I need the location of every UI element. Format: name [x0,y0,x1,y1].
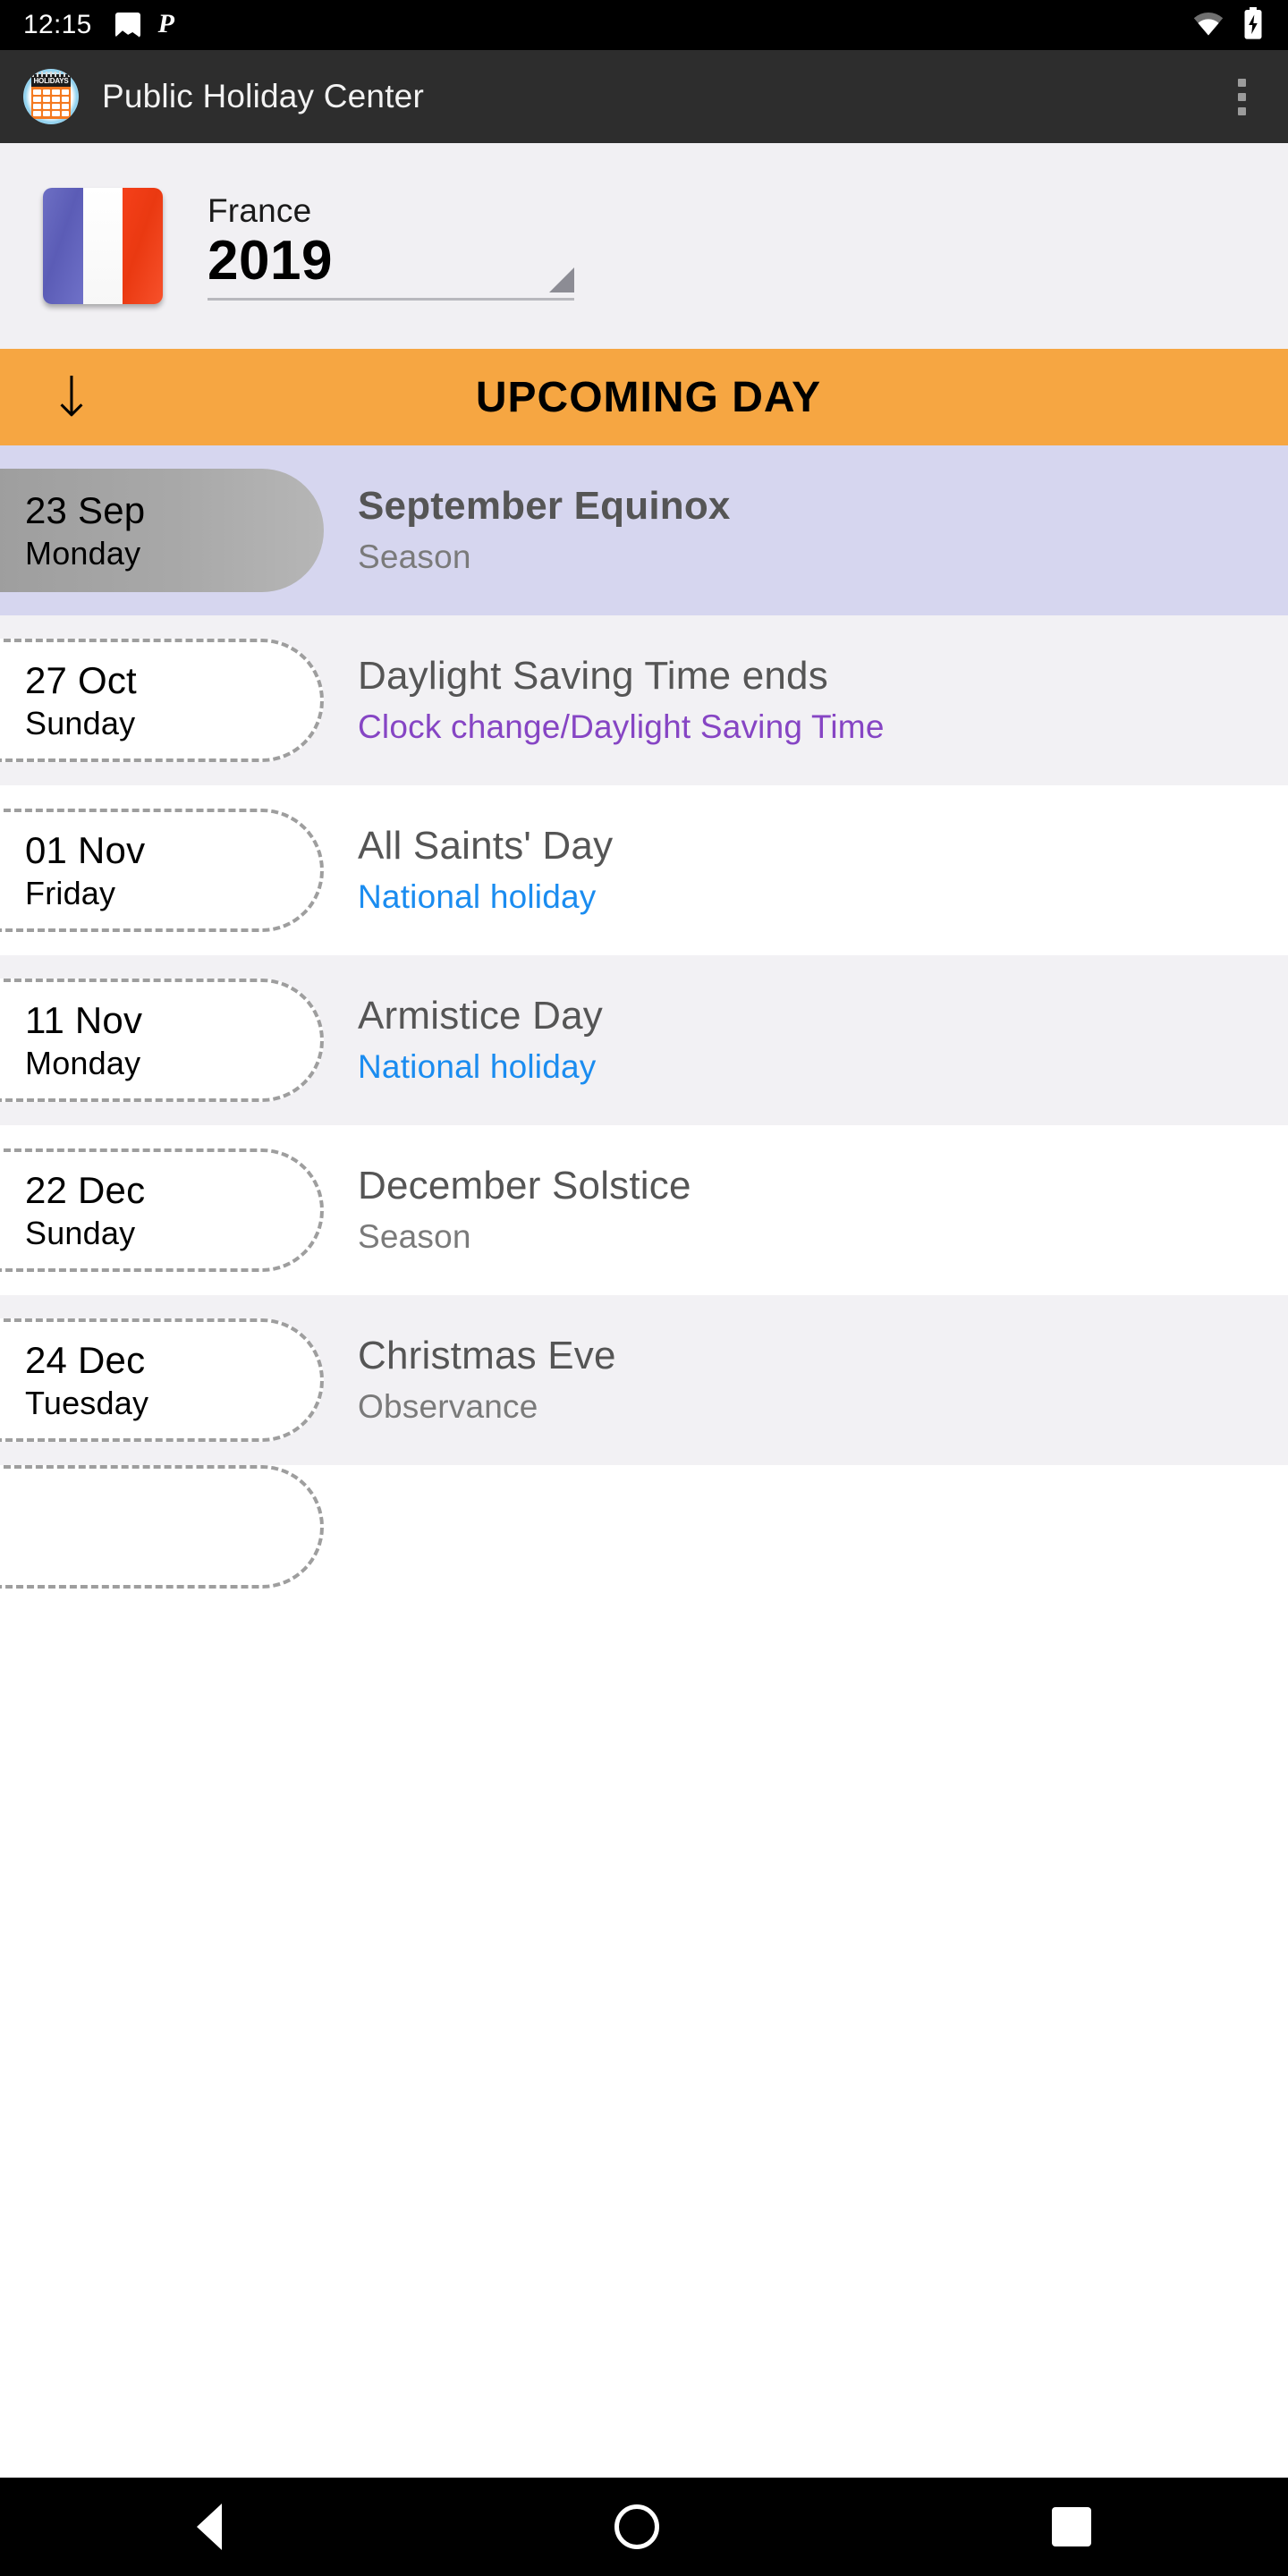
year-value: 2019 [208,229,333,292]
holiday-info: Daylight Saving Time ends Clock change/Da… [358,652,1270,749]
date-label: 11 Nov [25,999,143,1042]
android-nav-bar [0,2478,1288,2576]
selector-text-group: France 2019 [208,192,574,301]
table-row[interactable]: 23 Sep Monday September Equinox Season [0,445,1288,615]
app-title: Public Holiday Center [102,78,424,114]
country-label: France [208,191,312,229]
holiday-name: All Saints' Day [358,824,614,869]
recents-square-icon[interactable] [1052,2507,1092,2546]
holiday-info: December Solstice Season [358,1162,1270,1258]
date-label: 23 Sep [25,489,146,532]
app-bar: HOLIDAYS Public Holiday Center [0,50,1288,143]
upcoming-day-label: UPCOMING DAY [475,373,822,421]
status-bar-clock: 12:15 [23,10,92,39]
down-arrow-icon: ↓ [48,364,95,429]
france-flag-icon[interactable] [43,188,163,304]
spinner-caret-icon [549,267,574,292]
holiday-info: September Equinox Season [358,482,1270,579]
date-label: 22 Dec [25,1169,146,1212]
calendar-rings [32,72,70,77]
date-pill: 01 Nov Friday [0,809,324,932]
date-pill: 22 Dec Sunday [0,1148,324,1272]
holiday-name: Armistice Day [358,994,603,1038]
weekday-label: Tuesday [25,1384,149,1421]
calendar-glyph: HOLIDAYS [31,72,71,119]
holiday-info: Christmas Eve Observance [358,1332,1270,1428]
table-row[interactable]: 01 Nov Friday All Saints' Day National holi… [0,785,1288,955]
holiday-type: Season [358,1217,471,1255]
date-pill: 24 Dec Tuesday [0,1318,324,1442]
calendar-cells [31,87,71,119]
table-row[interactable] [0,1465,1288,1589]
wifi-icon [1191,10,1225,41]
year-spinner[interactable]: 2019 [208,233,574,301]
holiday-name: Christmas Eve [358,1334,616,1378]
holiday-name: Daylight Saving Time ends [358,654,828,699]
status-bar-notification-icons: P [114,9,182,38]
photo-icon [114,13,140,38]
weekday-label: Sunday [25,1214,136,1251]
table-row[interactable]: 22 Dec Sunday December Solstice Season [0,1125,1288,1295]
date-pill [0,1465,324,1589]
holiday-info: All Saints' Day National holiday [358,822,1270,919]
date-label: 24 Dec [25,1339,146,1382]
three-dot-menu-icon[interactable] [1218,64,1265,129]
status-bar-system-icons [1191,6,1265,44]
table-row[interactable]: 27 Oct Sunday Daylight Saving Time ends Clo… [0,615,1288,785]
holidays-calendar-icon: HOLIDAYS [23,69,79,124]
battery-charging-icon [1241,6,1265,44]
holiday-type: National holiday [358,877,597,915]
table-row[interactable]: 24 Dec Tuesday Christmas Eve Observance [0,1295,1288,1465]
table-row[interactable]: 11 Nov Monday Armistice Day National holida… [0,955,1288,1125]
p-app-icon: P [157,9,174,38]
date-pill: 11 Nov Monday [0,979,324,1102]
date-pill: 23 Sep Monday [0,469,324,592]
holiday-type: Observance [358,1387,538,1425]
holiday-type: National holiday [358,1047,597,1085]
date-label: 01 Nov [25,829,146,872]
country-year-selector: France 2019 [0,143,1288,349]
back-triangle-icon[interactable] [196,2504,222,2550]
weekday-label: Monday [25,534,141,572]
holiday-name: September Equinox [358,484,731,529]
holiday-type: Clock change/Daylight Saving Time [358,708,885,745]
weekday-label: Friday [25,874,116,911]
upcoming-day-banner[interactable]: ↓ UPCOMING DAY [0,349,1288,445]
weekday-label: Monday [25,1044,141,1081]
weekday-label: Sunday [25,704,136,741]
holiday-list: 23 Sep Monday September Equinox Season 27 Oc… [0,445,1288,1589]
status-bar: 12:15 P [0,0,1288,50]
home-circle-icon[interactable] [614,2504,659,2549]
holiday-type: Season [358,538,471,575]
date-label: 27 Oct [25,659,137,702]
date-pill: 27 Oct Sunday [0,639,324,762]
holiday-name: December Solstice [358,1164,691,1208]
holiday-info: Armistice Day National holiday [358,992,1270,1089]
